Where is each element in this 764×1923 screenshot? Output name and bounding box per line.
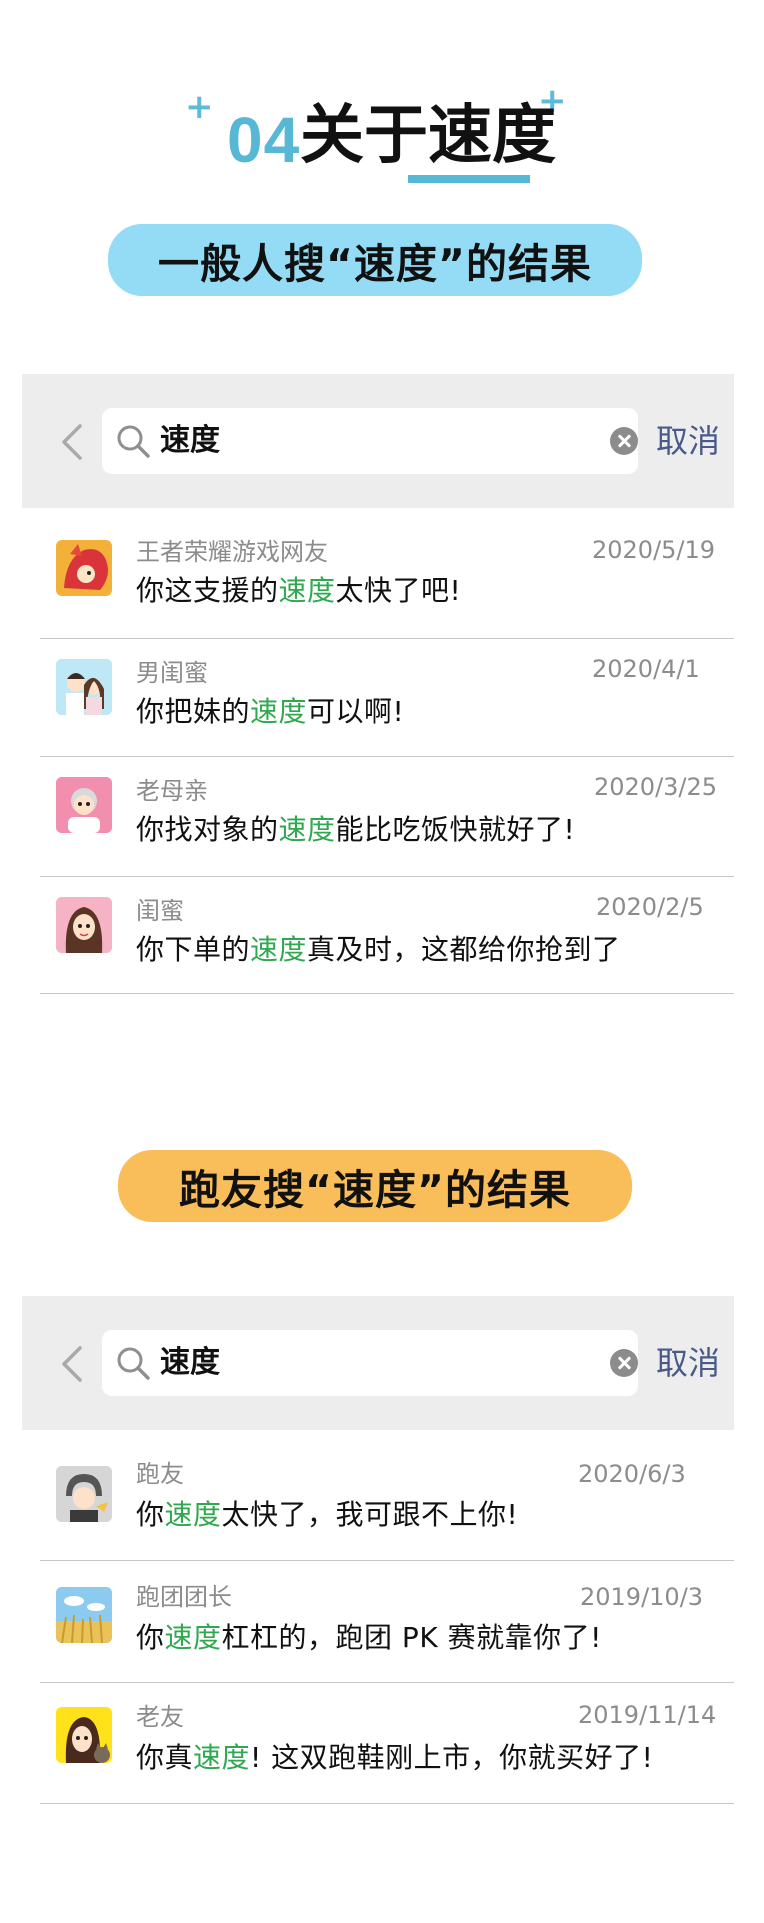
avatar bbox=[56, 777, 112, 833]
section1-heading: 一般人搜“速度”的结果 bbox=[108, 224, 642, 296]
search-query[interactable]: 速度 bbox=[160, 1340, 220, 1386]
section-number: 04 bbox=[227, 104, 301, 176]
message-date: 2019/10/3 bbox=[580, 1583, 704, 1611]
search-bar: 速度 取消 bbox=[22, 1296, 734, 1430]
search-input[interactable]: 速度 bbox=[102, 408, 638, 474]
keyword-highlight: 速度 bbox=[278, 813, 336, 846]
list-item[interactable]: 闺蜜 2020/2/5 你下单的速度真及时，这都给你抢到了 bbox=[40, 877, 734, 994]
search-bar: 速度 取消 bbox=[22, 374, 734, 508]
keyword-highlight: 速度 bbox=[164, 1621, 222, 1654]
keyword-highlight: 速度 bbox=[250, 933, 308, 966]
clear-icon[interactable] bbox=[610, 427, 638, 455]
message-text: 你找对象的速度能比吃饭快就好了! bbox=[136, 813, 576, 846]
avatar bbox=[56, 1466, 112, 1522]
sender-name: 老友 bbox=[136, 1703, 184, 1731]
avatar bbox=[56, 1707, 112, 1763]
message-text: 你把妹的速度可以啊! bbox=[136, 695, 405, 728]
title-underline bbox=[408, 175, 530, 183]
message-date: 2019/11/14 bbox=[578, 1701, 717, 1729]
keyword-highlight: 速度 bbox=[278, 574, 336, 607]
search-input[interactable]: 速度 bbox=[102, 1330, 638, 1396]
keyword-highlight: 速度 bbox=[250, 695, 308, 728]
keyword-highlight: 速度 bbox=[164, 1498, 222, 1531]
avatar bbox=[56, 659, 112, 715]
sender-name: 跑团团长 bbox=[136, 1583, 232, 1611]
message-text: 你速度太快了，我可跟不上你! bbox=[136, 1498, 519, 1531]
cancel-button[interactable]: 取消 bbox=[656, 416, 720, 466]
list-item[interactable]: 跑友 2020/6/3 你速度太快了，我可跟不上你! bbox=[40, 1432, 734, 1561]
avatar bbox=[56, 897, 112, 953]
message-date: 2020/3/25 bbox=[594, 773, 718, 801]
list-item[interactable]: 老友 2019/11/14 你真速度! 这双跑鞋刚上市，你就买好了! bbox=[40, 1683, 734, 1804]
sender-name: 跑友 bbox=[136, 1460, 184, 1488]
search-icon bbox=[117, 1347, 150, 1380]
sender-name: 王者荣耀游戏网友 bbox=[136, 538, 328, 566]
avatar bbox=[56, 540, 112, 596]
message-date: 2020/5/19 bbox=[592, 536, 716, 564]
clear-icon[interactable] bbox=[610, 1349, 638, 1377]
keyword-highlight: 速度 bbox=[193, 1741, 251, 1774]
search-icon bbox=[117, 425, 150, 458]
sender-name: 老母亲 bbox=[136, 777, 208, 805]
message-text: 你速度杠杠的，跑团 PK 赛就靠你了! bbox=[136, 1621, 602, 1654]
message-text: 你这支援的速度太快了吧! bbox=[136, 574, 462, 607]
message-text: 你真速度! 这双跑鞋刚上市，你就买好了! bbox=[136, 1741, 654, 1774]
message-date: 2020/6/3 bbox=[578, 1460, 686, 1488]
back-icon[interactable] bbox=[50, 1340, 98, 1388]
back-icon[interactable] bbox=[50, 418, 98, 466]
page-title: 关于速度 bbox=[300, 99, 556, 173]
message-date: 2020/2/5 bbox=[596, 893, 704, 921]
list-item[interactable]: 王者荣耀游戏网友 2020/5/19 你这支援的速度太快了吧! bbox=[40, 510, 734, 639]
cancel-button[interactable]: 取消 bbox=[656, 1338, 720, 1388]
sender-name: 闺蜜 bbox=[136, 897, 184, 925]
list-item[interactable]: 男闺蜜 2020/4/1 你把妹的速度可以啊! bbox=[40, 639, 734, 757]
search-query[interactable]: 速度 bbox=[160, 418, 220, 464]
list-item[interactable]: 跑团团长 2019/10/3 你速度杠杠的，跑团 PK 赛就靠你了! bbox=[40, 1561, 734, 1683]
list-item[interactable]: 老母亲 2020/3/25 你找对象的速度能比吃饭快就好了! bbox=[40, 757, 734, 877]
sender-name: 男闺蜜 bbox=[136, 659, 208, 687]
message-text: 你下单的速度真及时，这都给你抢到了 bbox=[136, 933, 621, 966]
message-date: 2020/4/1 bbox=[592, 655, 700, 683]
section2-heading: 跑友搜“速度”的结果 bbox=[118, 1150, 632, 1222]
avatar bbox=[56, 1587, 112, 1643]
plus-decoration-left: + bbox=[185, 87, 214, 127]
